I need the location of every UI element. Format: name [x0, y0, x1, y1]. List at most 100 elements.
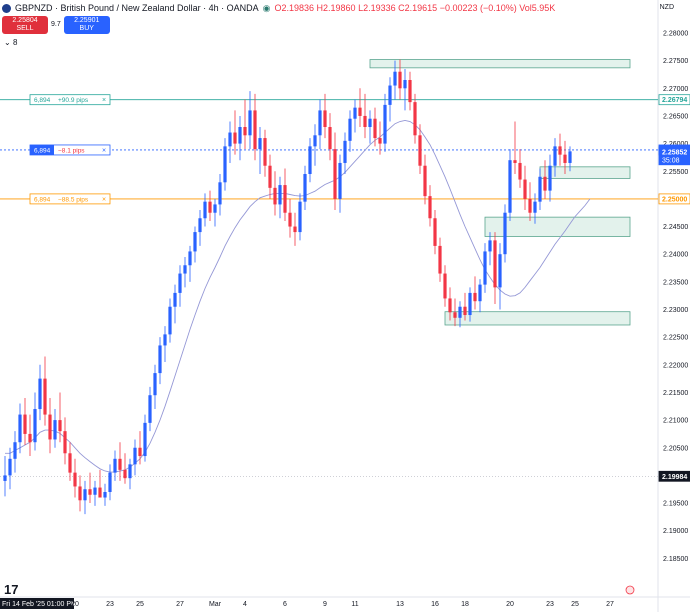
- candle-body: [108, 472, 112, 492]
- supply-demand-zone: [484, 216, 631, 237]
- candle-body: [18, 414, 22, 443]
- candle-body: [173, 292, 177, 307]
- price-axis-label: 2.25000: [662, 196, 687, 203]
- candle-body: [488, 240, 492, 252]
- x-tick-label: 25: [136, 601, 144, 608]
- candle-body: [338, 162, 342, 199]
- candle-body: [508, 160, 512, 213]
- order-pips: −8.1 pips: [58, 147, 85, 154]
- x-tick-label: 9: [323, 601, 327, 608]
- candle-body: [513, 160, 517, 163]
- candle-body: [438, 245, 442, 274]
- candle-body: [538, 176, 542, 202]
- order-pips: −88.5 pips: [58, 196, 89, 203]
- candle-body: [58, 420, 62, 432]
- candle-body: [323, 110, 327, 128]
- candle-body: [118, 458, 122, 470]
- candle-body: [178, 273, 182, 293]
- candle-body: [3, 475, 7, 481]
- candle-body: [548, 165, 552, 191]
- candle-body: [303, 174, 307, 202]
- close-order-icon: ×: [102, 196, 106, 203]
- y-tick-label: 2.24000: [663, 252, 688, 259]
- candle-body: [313, 135, 317, 147]
- candle-body: [208, 201, 212, 213]
- price-axis-label: 2.26794: [662, 97, 687, 104]
- candle-body: [48, 414, 52, 440]
- candle-body: [568, 151, 572, 163]
- y-tick-label: 2.26500: [663, 113, 688, 120]
- candle-body: [308, 146, 312, 175]
- candle-body: [403, 80, 407, 89]
- order-qty: 6,894: [34, 147, 51, 154]
- candle-body: [138, 447, 142, 457]
- candle-body: [83, 489, 87, 501]
- candle-body: [188, 251, 192, 266]
- candle-body: [318, 110, 322, 136]
- candle-body: [218, 182, 222, 205]
- candle-body: [408, 80, 412, 103]
- candle-body: [523, 179, 527, 199]
- candle-body: [463, 306, 467, 316]
- candle-body: [78, 486, 82, 501]
- candle-body: [528, 198, 532, 213]
- y-tick-label: 2.21000: [663, 418, 688, 425]
- candle-body: [363, 115, 367, 128]
- candle-body: [353, 107, 357, 119]
- order-qty: 6,894: [34, 196, 51, 203]
- candle-body: [298, 201, 302, 233]
- tradingview-logo-icon: 17: [4, 582, 19, 597]
- candle-body: [473, 292, 477, 302]
- x-tick-label: 23: [106, 601, 114, 608]
- candle-body: [383, 104, 387, 144]
- y-tick-label: 2.18500: [663, 556, 688, 563]
- candle-body: [158, 345, 162, 374]
- price-axis-label: 2.19984: [662, 474, 687, 481]
- candle-body: [98, 487, 102, 498]
- candle-body: [213, 204, 217, 213]
- candle-body: [293, 226, 297, 233]
- candle-body: [88, 489, 92, 495]
- candle-body: [43, 378, 47, 415]
- candle-body: [368, 118, 372, 128]
- candle-body: [448, 298, 452, 313]
- candle-body: [223, 146, 227, 183]
- x-tick-label: Fri 14 Feb '25 01:00 PM: [2, 601, 77, 608]
- x-tick-label: Mar: [209, 601, 222, 608]
- x-tick-label: 18: [461, 601, 469, 608]
- y-tick-label: 2.22500: [663, 335, 688, 342]
- candle-body: [453, 312, 457, 318]
- candle-body: [113, 458, 117, 473]
- candle-body: [68, 453, 72, 473]
- candle-body: [13, 442, 17, 459]
- candle-body: [148, 395, 152, 423]
- y-tick-label: 2.27000: [663, 86, 688, 93]
- supply-demand-zone: [539, 166, 631, 179]
- candle-body: [53, 420, 57, 440]
- y-tick-label: 2.19000: [663, 528, 688, 535]
- candle-body: [73, 472, 77, 487]
- candle-body: [203, 201, 207, 219]
- y-tick-label: 2.22000: [663, 362, 688, 369]
- candle-body: [543, 176, 547, 191]
- candle-body: [163, 334, 167, 346]
- candle-body: [503, 212, 507, 255]
- x-tick-label: 11: [351, 601, 358, 608]
- candle-body: [233, 132, 237, 144]
- candle-body: [388, 85, 392, 105]
- y-tick-label: 2.28000: [663, 31, 688, 38]
- candle-body: [143, 422, 147, 457]
- candle-body: [258, 138, 262, 150]
- candle-body: [398, 71, 402, 89]
- price-chart[interactable]: 6,894 +90.9 pips × 6,894 −8.1 pips × 6,894 −88.…: [0, 0, 690, 612]
- candle-body: [443, 273, 447, 299]
- candle-body: [28, 433, 32, 443]
- economic-event-icon: [625, 585, 635, 595]
- order-qty: 6,894: [34, 97, 51, 104]
- candle-body: [343, 140, 347, 163]
- candle-body: [248, 110, 252, 136]
- candle-body: [133, 447, 137, 465]
- candle-body: [553, 146, 557, 166]
- y-tick-label: 2.19500: [663, 501, 688, 508]
- order-pips: +90.9 pips: [58, 97, 89, 104]
